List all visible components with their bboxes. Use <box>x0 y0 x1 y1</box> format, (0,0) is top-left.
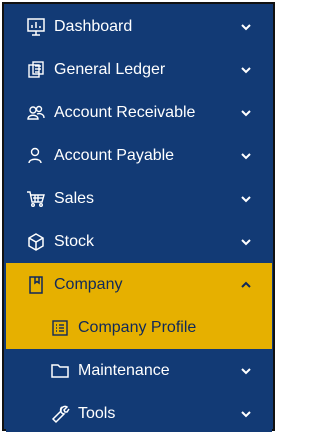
sidebar-subitem-tools[interactable]: Tools <box>6 392 272 435</box>
sidebar-subitem-label: Company Profile <box>78 318 197 336</box>
sidebar-item-account-payable[interactable]: Account Payable <box>6 134 272 177</box>
sidebar-item-label: General Ledger <box>54 60 166 78</box>
chevron-down-icon[interactable] <box>240 64 252 76</box>
user-icon <box>26 146 46 166</box>
users-icon <box>26 103 46 123</box>
chevron-down-icon[interactable] <box>240 408 252 420</box>
sidebar-item-stock[interactable]: Stock <box>6 220 272 263</box>
chevron-down-icon[interactable] <box>240 21 252 33</box>
chevron-down-icon[interactable] <box>240 150 252 162</box>
chevron-down-icon[interactable] <box>240 365 252 377</box>
bookmark-icon <box>26 275 46 295</box>
sidebar-subitem-label: Maintenance <box>78 361 170 379</box>
sidebar-subitem-company-profile[interactable]: Company Profile <box>6 306 272 349</box>
sidebar-item-label: Account Receivable <box>54 103 196 121</box>
chevron-down-icon[interactable] <box>240 236 252 248</box>
sidebar-item-dashboard[interactable]: Dashboard <box>6 5 272 48</box>
sidebar-item-sales[interactable]: Sales <box>6 177 272 220</box>
folder-icon <box>50 361 70 381</box>
wrench-icon <box>50 404 70 424</box>
ledger-icon <box>26 60 46 80</box>
sidebar-item-account-receivable[interactable]: Account Receivable <box>6 91 272 134</box>
sidebar-item-label: Dashboard <box>54 17 133 35</box>
sidebar-item-label: Company <box>54 275 123 293</box>
sidebar-menu: Dashboard General Ledger Account Receiva… <box>6 5 272 432</box>
cart-icon <box>26 189 46 209</box>
chevron-down-icon[interactable] <box>240 193 252 205</box>
sidebar-item-label: Account Payable <box>54 146 175 164</box>
sidebar-item-general-ledger[interactable]: General Ledger <box>6 48 272 91</box>
box-icon <box>26 232 46 252</box>
list-icon <box>50 318 70 338</box>
sidebar-item-company[interactable]: Company <box>6 263 272 306</box>
sidebar-subitem-label: Tools <box>78 404 116 422</box>
chevron-down-icon[interactable] <box>240 107 252 119</box>
sidebar-subitem-maintenance[interactable]: Maintenance <box>6 349 272 392</box>
sidebar-item-label: Sales <box>54 189 95 207</box>
sidebar-item-label: Stock <box>54 232 95 250</box>
presentation-chart-icon <box>26 17 46 37</box>
chevron-up-icon[interactable] <box>240 279 252 291</box>
